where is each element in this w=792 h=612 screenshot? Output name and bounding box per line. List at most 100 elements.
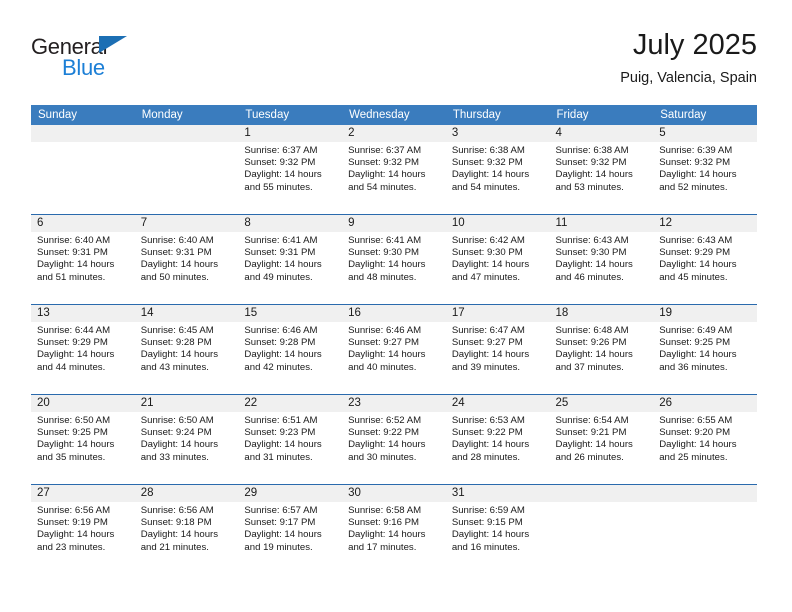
calendar-day-cell[interactable]: 25 Sunrise: 6:54 AM Sunset: 9:21 PM Dayligh…: [549, 395, 654, 484]
day-detail-line: and 50 minutes.: [140, 271, 209, 283]
calendar-day-cell[interactable]: 22 Sunrise: 6:51 AM Sunset: 9:23 PM Dayligh…: [238, 395, 343, 484]
triangle-icon: [99, 36, 127, 53]
day-detail-line: Daylight: 14 hours: [348, 529, 426, 541]
calendar-day-cell[interactable]: 14 Sunrise: 6:45 AM Sunset: 9:28 PM Dayligh…: [134, 305, 239, 394]
calendar-day-cell[interactable]: 6 Sunrise: 6:40 AM Sunset: 9:31 PM Daylight…: [31, 215, 135, 304]
calendar-day-cell[interactable]: 27 Sunrise: 6:56 AM Sunset: 9:19 PM Dayligh…: [31, 485, 135, 574]
day-detail-line: Sunrise: 6:55 AM: [659, 415, 733, 426]
calendar-week-row: 27 Sunrise: 6:56 AM Sunset: 9:19 PM Dayligh…: [31, 484, 757, 574]
day-detail-line: Sunset: 9:17 PM: [244, 517, 316, 529]
day-details: Sunrise: 6:39 AM Sunset: 9:32 PM Daylight:…: [653, 142, 757, 194]
day-detail-line: Daylight: 14 hours: [244, 169, 322, 181]
calendar-day-cell[interactable]: 10 Sunrise: 6:42 AM Sunset: 9:30 PM Dayligh…: [445, 215, 550, 304]
calendar-day-cell[interactable]: 21 Sunrise: 6:50 AM Sunset: 9:24 PM Dayligh…: [134, 395, 239, 484]
day-details: Sunrise: 6:58 AM Sunset: 9:16 PM Daylight:…: [342, 502, 446, 554]
day-detail-line: Sunrise: 6:56 AM: [37, 505, 111, 516]
calendar-day-cell[interactable]: 3 Sunrise: 6:38 AM Sunset: 9:32 PM Daylight…: [445, 125, 550, 214]
calendar-day-cell[interactable]: 15 Sunrise: 6:46 AM Sunset: 9:28 PM Dayligh…: [238, 305, 343, 394]
calendar-day-cell[interactable]: 12 Sunrise: 6:43 AM Sunset: 9:29 PM Dayligh…: [653, 215, 757, 304]
day-details: Sunrise: 6:47 AM Sunset: 9:27 PM Daylight:…: [446, 322, 550, 374]
day-details: Sunrise: 6:46 AM Sunset: 9:28 PM Daylight:…: [238, 322, 342, 374]
day-detail-line: and 40 minutes.: [348, 361, 417, 373]
day-detail-line: and 42 minutes.: [244, 361, 313, 373]
calendar-day-cell[interactable]: 9 Sunrise: 6:41 AM Sunset: 9:30 PM Daylight…: [342, 215, 446, 304]
day-detail-line: Sunset: 9:26 PM: [555, 337, 627, 349]
day-details: Sunrise: 6:46 AM Sunset: 9:27 PM Daylight:…: [342, 322, 446, 374]
day-number: 11: [549, 215, 654, 232]
calendar-day-cell[interactable]: 2 Sunrise: 6:37 AM Sunset: 9:32 PM Daylight…: [342, 125, 446, 214]
day-detail-line: Sunrise: 6:52 AM: [348, 415, 422, 426]
calendar-day-cell[interactable]: 7 Sunrise: 6:40 AM Sunset: 9:31 PM Daylight…: [134, 215, 239, 304]
page-header: General Blue July 2025 Puig, Valencia, S…: [31, 28, 757, 98]
calendar-day-cell[interactable]: 20 Sunrise: 6:50 AM Sunset: 9:25 PM Dayligh…: [31, 395, 135, 484]
day-detail-line: and 19 minutes.: [244, 541, 313, 553]
day-details: Sunrise: 6:51 AM Sunset: 9:23 PM Daylight:…: [238, 412, 342, 464]
general-blue-logo[interactable]: General Blue: [31, 34, 231, 90]
calendar-day-cell[interactable]: 28 Sunrise: 6:56 AM Sunset: 9:18 PM Dayligh…: [134, 485, 239, 574]
day-details: [653, 502, 757, 505]
calendar-day-cell-empty: [549, 485, 654, 574]
day-details: Sunrise: 6:44 AM Sunset: 9:29 PM Daylight:…: [31, 322, 135, 374]
day-detail-line: Sunset: 9:32 PM: [348, 157, 420, 169]
day-number: 9: [342, 215, 446, 232]
day-detail-line: Sunrise: 6:41 AM: [244, 235, 318, 246]
calendar-day-cell[interactable]: 16 Sunrise: 6:46 AM Sunset: 9:27 PM Dayligh…: [342, 305, 446, 394]
day-detail-line: and 33 minutes.: [140, 451, 209, 463]
calendar-day-cell[interactable]: 23 Sunrise: 6:52 AM Sunset: 9:22 PM Dayligh…: [342, 395, 446, 484]
day-details: [550, 502, 654, 505]
calendar-day-cell[interactable]: 30 Sunrise: 6:58 AM Sunset: 9:16 PM Dayligh…: [342, 485, 446, 574]
day-detail-line: Sunset: 9:30 PM: [451, 247, 523, 259]
calendar-day-cell[interactable]: 24 Sunrise: 6:53 AM Sunset: 9:22 PM Dayligh…: [445, 395, 550, 484]
day-number: 16: [342, 305, 446, 322]
day-number: [653, 485, 757, 502]
weekday-header-sunday: Sunday: [31, 105, 135, 125]
weekday-header-monday: Monday: [134, 105, 239, 125]
day-detail-line: Sunrise: 6:54 AM: [555, 415, 629, 426]
day-number: 3: [445, 125, 550, 142]
day-detail-line: Daylight: 14 hours: [37, 529, 115, 541]
day-detail-line: Daylight: 14 hours: [348, 259, 426, 271]
day-detail-line: Sunset: 9:22 PM: [348, 427, 420, 439]
day-detail-line: Daylight: 14 hours: [244, 259, 322, 271]
day-number: 4: [549, 125, 654, 142]
day-detail-line: Sunrise: 6:44 AM: [37, 325, 111, 336]
day-detail-line: and 39 minutes.: [451, 361, 521, 373]
day-detail-line: Sunrise: 6:53 AM: [451, 415, 525, 426]
day-detail-line: Daylight: 14 hours: [659, 169, 737, 181]
calendar-day-cell[interactable]: 5 Sunrise: 6:39 AM Sunset: 9:32 PM Daylight…: [653, 125, 757, 214]
calendar-day-cell[interactable]: 18 Sunrise: 6:48 AM Sunset: 9:26 PM Dayligh…: [549, 305, 654, 394]
day-detail-line: Sunrise: 6:46 AM: [244, 325, 318, 336]
day-detail-line: Sunset: 9:31 PM: [37, 247, 108, 259]
day-details: Sunrise: 6:41 AM Sunset: 9:30 PM Daylight:…: [342, 232, 446, 284]
day-detail-line: and 36 minutes.: [659, 361, 728, 373]
calendar-day-cell[interactable]: 26 Sunrise: 6:55 AM Sunset: 9:20 PM Dayligh…: [653, 395, 757, 484]
calendar-day-cell[interactable]: 31 Sunrise: 6:59 AM Sunset: 9:15 PM Dayligh…: [445, 485, 550, 574]
calendar-day-cell[interactable]: 13 Sunrise: 6:44 AM Sunset: 9:29 PM Dayligh…: [31, 305, 135, 394]
day-detail-line: Sunset: 9:31 PM: [244, 247, 316, 259]
day-number: 21: [134, 395, 239, 412]
day-number: [134, 125, 239, 142]
day-detail-line: Daylight: 14 hours: [659, 259, 737, 271]
calendar-day-cell[interactable]: 8 Sunrise: 6:41 AM Sunset: 9:31 PM Daylight…: [238, 215, 343, 304]
day-detail-line: Sunset: 9:25 PM: [659, 337, 731, 349]
day-detail-line: and 25 minutes.: [659, 451, 728, 463]
day-number: 15: [238, 305, 343, 322]
logo-text-blue: Blue: [62, 55, 105, 80]
day-detail-line: Daylight: 14 hours: [451, 349, 530, 361]
calendar-day-cell[interactable]: 19 Sunrise: 6:49 AM Sunset: 9:25 PM Dayligh…: [653, 305, 757, 394]
day-detail-line: Sunset: 9:32 PM: [555, 157, 627, 169]
calendar-day-cell[interactable]: 29 Sunrise: 6:57 AM Sunset: 9:17 PM Dayligh…: [238, 485, 343, 574]
title-block: July 2025 Puig, Valencia, Spain: [620, 28, 757, 88]
calendar-day-cell[interactable]: 11 Sunrise: 6:43 AM Sunset: 9:30 PM Dayligh…: [549, 215, 654, 304]
calendar-day-cell[interactable]: 1 Sunrise: 6:37 AM Sunset: 9:32 PM Daylight…: [238, 125, 343, 214]
day-number: 19: [653, 305, 757, 322]
page-title: July 2025: [632, 29, 757, 61]
day-detail-line: Sunset: 9:18 PM: [140, 517, 212, 529]
calendar-day-cell[interactable]: 4 Sunrise: 6:38 AM Sunset: 9:32 PM Daylight…: [549, 125, 654, 214]
day-number: 25: [549, 395, 654, 412]
day-detail-line: Daylight: 14 hours: [348, 439, 426, 451]
day-detail-line: Sunset: 9:16 PM: [348, 517, 420, 529]
weekday-header-friday: Friday: [549, 105, 654, 125]
day-details: Sunrise: 6:43 AM Sunset: 9:29 PM Daylight:…: [653, 232, 757, 284]
calendar-day-cell[interactable]: 17 Sunrise: 6:47 AM Sunset: 9:27 PM Dayligh…: [445, 305, 550, 394]
